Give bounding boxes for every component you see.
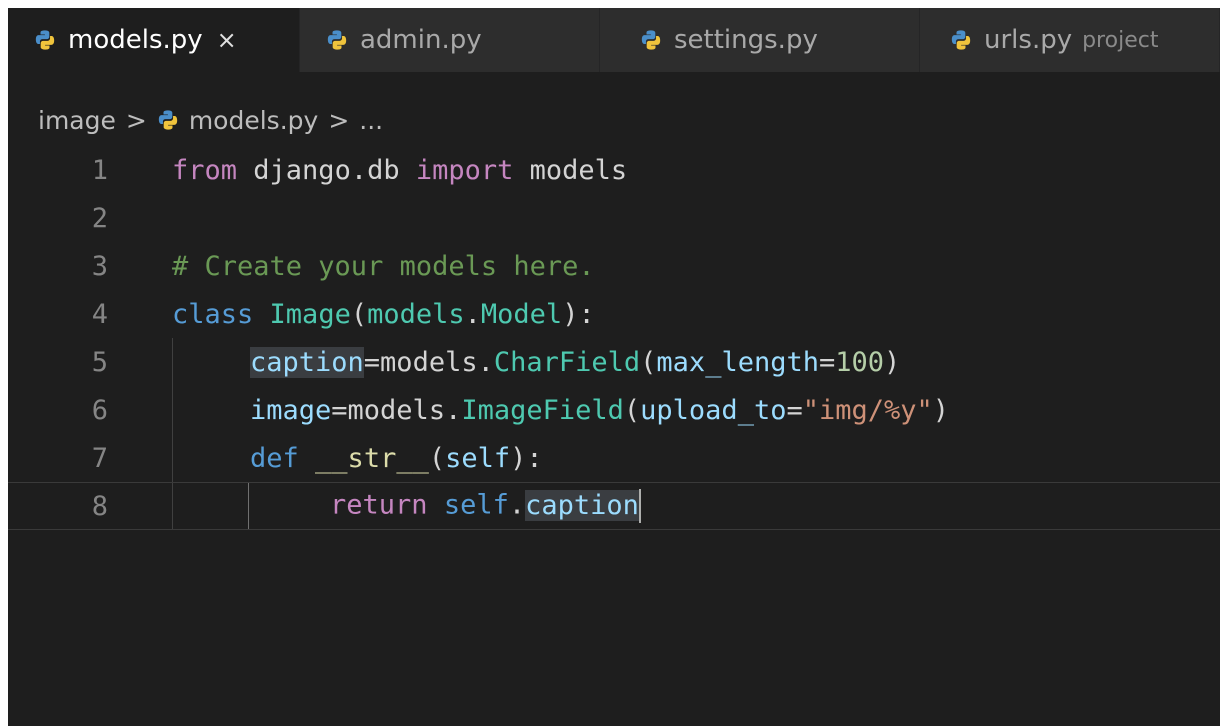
- python-icon: [951, 30, 971, 50]
- tab-description: project: [1082, 27, 1159, 53]
- line-content: return self.caption: [330, 489, 641, 523]
- line-content: class Image(models.Model):: [172, 298, 595, 330]
- code-line[interactable]: 6 image=models.ImageField(upload_to="img…: [8, 386, 1220, 434]
- tab-bar: models.py × admin.py settings.py urls.py…: [8, 8, 1220, 72]
- editor-window: models.py × admin.py settings.py urls.py…: [8, 8, 1220, 726]
- python-icon: [641, 30, 661, 50]
- line-content: from django.db import models: [172, 154, 628, 186]
- line-content: # Create your models here.: [172, 250, 595, 282]
- tab-label: models.py: [68, 25, 203, 55]
- line-number: 2: [91, 202, 108, 234]
- code-line[interactable]: 5 caption=models.CharField(max_length=10…: [8, 338, 1220, 386]
- line-number: 3: [91, 250, 108, 282]
- code-editor[interactable]: 1 from django.db import models 2 3 # Cre…: [8, 146, 1220, 546]
- line-number: 1: [91, 154, 108, 186]
- code-line[interactable]: 2: [8, 194, 1220, 242]
- line-content: caption=models.CharField(max_length=100): [250, 346, 901, 378]
- line-number: 8: [91, 490, 108, 522]
- tab-models-py[interactable]: models.py ×: [8, 8, 300, 72]
- breadcrumb-separator: >: [328, 105, 350, 135]
- tab-admin-py[interactable]: admin.py: [300, 8, 600, 72]
- highlighted-occurrence: caption: [250, 346, 364, 378]
- python-icon: [327, 30, 347, 50]
- python-icon: [158, 110, 177, 130]
- line-content: def __str__(self):: [250, 442, 543, 474]
- close-icon[interactable]: ×: [217, 26, 237, 54]
- python-icon: [35, 30, 55, 50]
- tab-label: urls.py: [984, 25, 1073, 55]
- line-number: 4: [91, 298, 108, 330]
- line-number: 7: [91, 442, 108, 474]
- line-content: image=models.ImageField(upload_to="img/%…: [250, 394, 950, 426]
- breadcrumb-file[interactable]: models.py: [189, 106, 318, 135]
- breadcrumb-separator: >: [125, 105, 147, 135]
- breadcrumb-folder[interactable]: image: [38, 106, 116, 135]
- line-number: 5: [91, 346, 108, 378]
- breadcrumb-ellipsis[interactable]: ...: [359, 106, 383, 135]
- code-line[interactable]: 4 class Image(models.Model):: [8, 290, 1220, 338]
- code-line[interactable]: 3 # Create your models here.: [8, 242, 1220, 290]
- line-number: 6: [91, 394, 108, 426]
- tab-settings-py[interactable]: settings.py: [600, 8, 920, 72]
- code-line-current[interactable]: 8 return self.caption: [8, 482, 1220, 530]
- tab-label: settings.py: [674, 25, 818, 55]
- tab-urls-py[interactable]: urls.py project: [920, 8, 1220, 72]
- highlighted-occurrence: caption: [525, 489, 639, 521]
- breadcrumb: image > models.py > ...: [38, 100, 383, 140]
- code-line[interactable]: 7 def __str__(self):: [8, 434, 1220, 482]
- tab-label: admin.py: [360, 25, 482, 55]
- code-line[interactable]: 1 from django.db import models: [8, 146, 1220, 194]
- text-cursor: [638, 489, 641, 523]
